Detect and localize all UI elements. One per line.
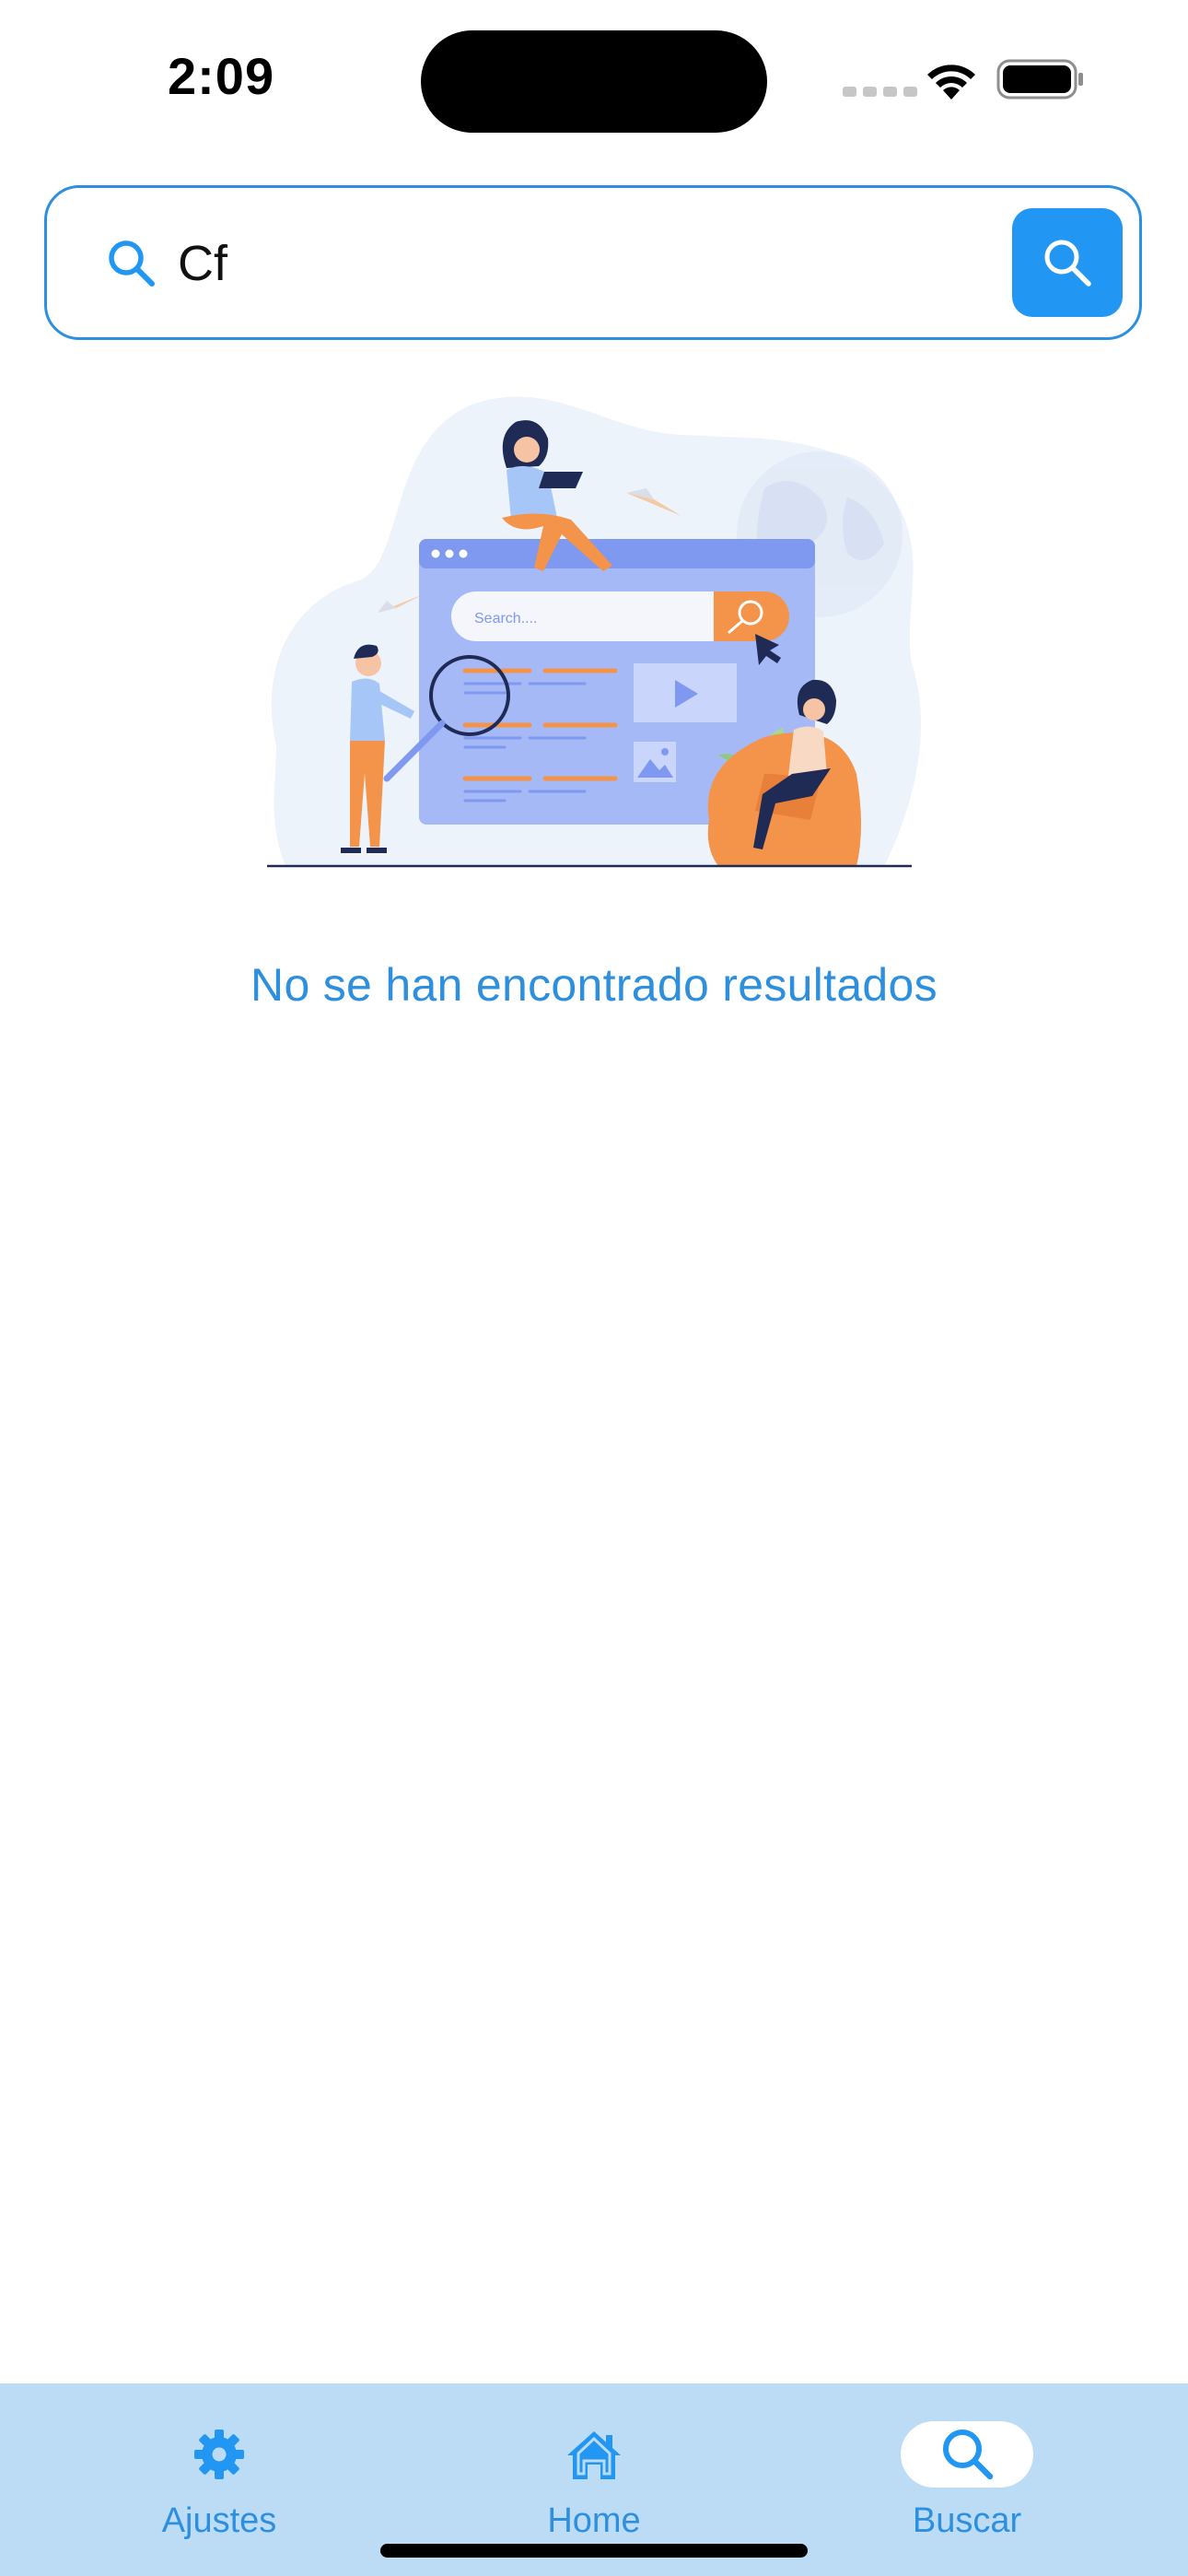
nav-icon-container (564, 2421, 624, 2488)
nav-label: Home (547, 2501, 641, 2540)
battery-icon (996, 59, 1083, 100)
search-icon (943, 2430, 994, 2480)
search-icon (109, 240, 155, 287)
cellular-signal-icon (843, 87, 917, 97)
search-button[interactable] (1012, 208, 1123, 317)
nav-icon-container-active (901, 2421, 1033, 2488)
search-input[interactable] (178, 216, 1007, 311)
home-indicator[interactable] (380, 2544, 808, 2558)
dynamic-island (421, 30, 767, 133)
empty-results-message: No se han encontrado resultados (250, 959, 938, 1011)
no-results-illustration: Search.... (267, 396, 921, 868)
nav-label: Buscar (912, 2501, 1022, 2540)
nav-item-buscar[interactable]: Buscar (829, 2383, 1105, 2576)
status-time: 2:09 (168, 47, 275, 105)
home-icon (567, 2431, 621, 2479)
wifi-icon (927, 64, 975, 100)
gear-icon (194, 2430, 244, 2479)
nav-label: Ajustes (161, 2501, 277, 2540)
search-bar (44, 185, 1142, 340)
illustration-search-text: Search.... (474, 611, 537, 626)
nav-item-ajustes[interactable]: Ajustes (81, 2383, 357, 2576)
nav-icon-container (189, 2421, 250, 2488)
search-icon (1044, 240, 1091, 287)
